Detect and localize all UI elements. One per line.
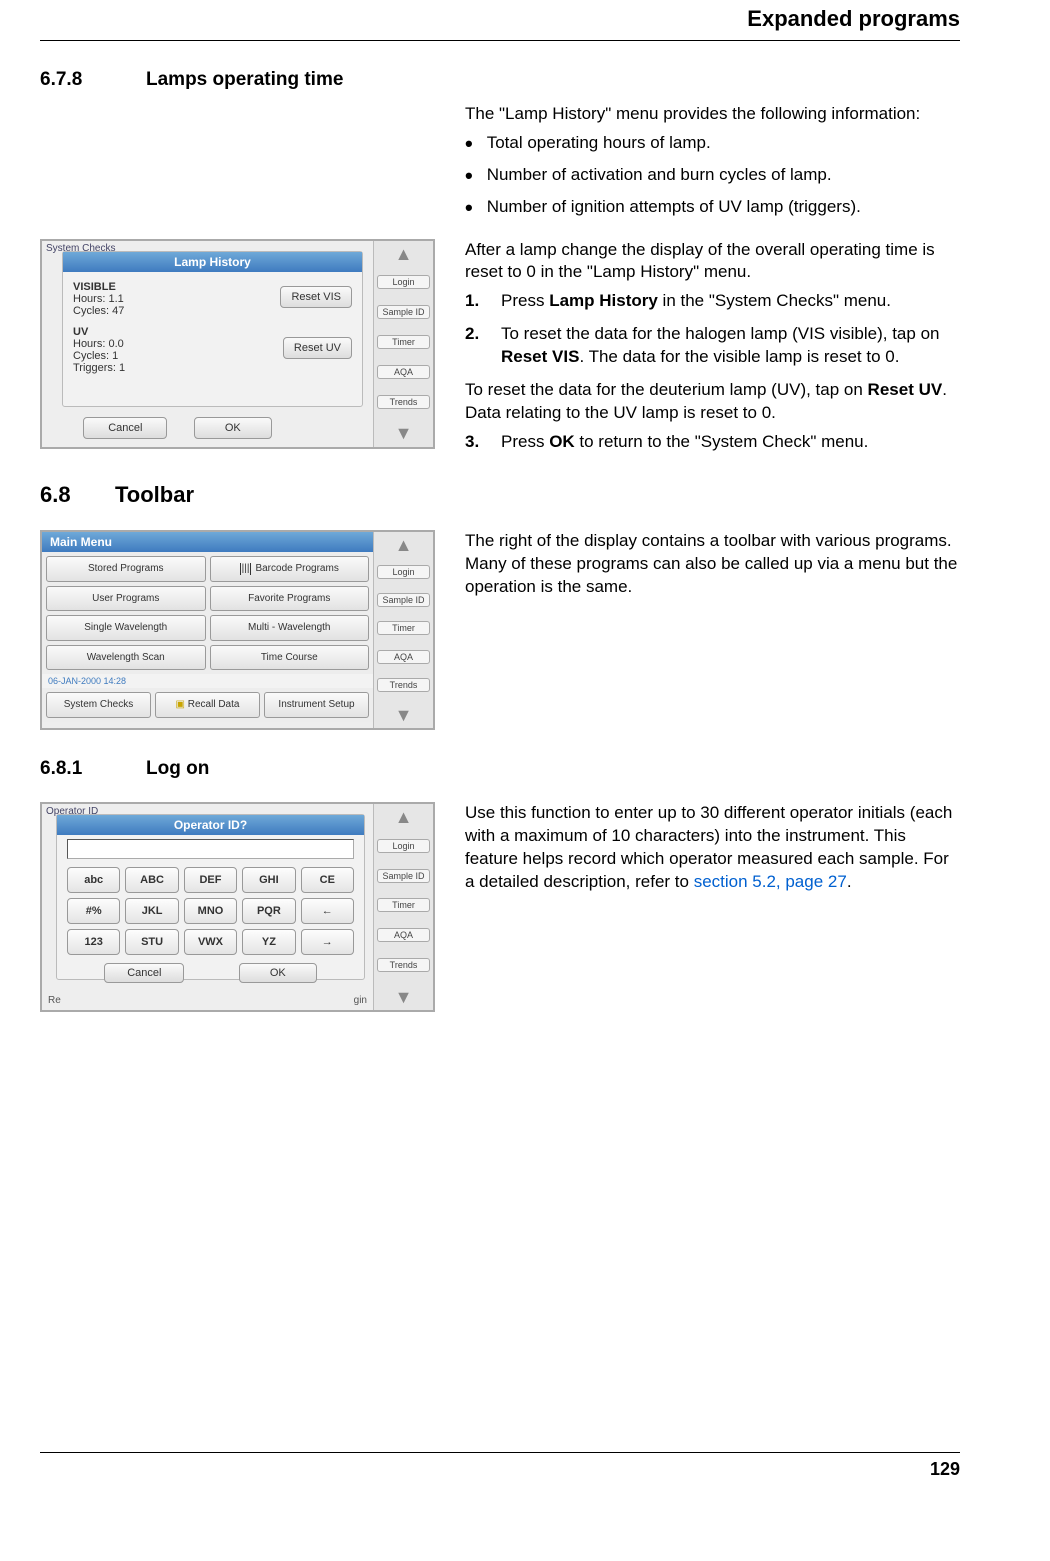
toolbar-trends[interactable]: Trends [377,958,430,972]
key-symbols[interactable]: #% [67,898,120,924]
scroll-up-icon[interactable]: ▲ [377,808,430,826]
key-PQR[interactable]: PQR [242,898,295,924]
side-toolbar: ▲ Login Sample ID Timer AQA Trends ▼ [373,532,433,728]
operator-id-input[interactable] [67,839,354,859]
header-title: Expanded programs [747,6,960,31]
toolbar-aqa[interactable]: AQA [377,365,430,379]
page-number: 129 [930,1459,960,1479]
step-3: Press OK to return to the "System Check"… [465,431,960,454]
date-time: 06-JAN-2000 14:28 [42,674,373,688]
key-JKL[interactable]: JKL [125,898,178,924]
toolbar-aqa[interactable]: AQA [377,928,430,942]
toolbar-timer[interactable]: Timer [377,898,430,912]
section-title: Toolbar [115,482,194,508]
key-VWX[interactable]: VWX [184,929,237,955]
step-2: To reset the data for the halogen lamp (… [465,323,960,369]
menu-instrument-setup[interactable]: Instrument Setup [264,692,369,718]
scroll-up-icon[interactable]: ▲ [377,536,430,554]
scroll-up-icon[interactable]: ▲ [377,245,430,263]
toolbar-timer[interactable]: Timer [377,621,430,635]
key-123[interactable]: 123 [67,929,120,955]
key-abc[interactable]: abc [67,867,120,893]
step-2-para: To reset the data for the deuterium lamp… [465,379,960,425]
intro-bullet: Number of activation and burn cycles of … [465,164,960,188]
key-forward-icon[interactable]: → [301,929,354,955]
key-YZ[interactable]: YZ [242,929,295,955]
reset-uv-button[interactable]: Reset UV [283,337,352,359]
menu-system-checks[interactable]: System Checks [46,692,151,718]
section-6-8-1: 6.8.1 Log on [40,758,960,780]
reset-vis-button[interactable]: Reset VIS [280,286,352,308]
toolbar-login[interactable]: Login [377,275,430,289]
page-header: Expanded programs [40,0,960,41]
toolbar-aqa[interactable]: AQA [377,650,430,664]
section-number: 6.7.8 [40,69,118,91]
menu-stored-programs[interactable]: Stored Programs [46,556,206,582]
folder-icon: ▣ [176,699,185,710]
key-GHI[interactable]: GHI [242,867,295,893]
logon-description: Use this function to enter up to 30 diff… [465,802,960,894]
cancel-button[interactable]: Cancel [104,963,184,983]
section-title: Log on [146,758,209,780]
toolbar-sample-id[interactable]: Sample ID [377,869,430,883]
block1-intro: After a lamp change the display of the o… [465,239,960,285]
menu-recall-data[interactable]: ▣ Recall Data [155,692,260,718]
toolbar-login[interactable]: Login [377,839,430,853]
menu-barcode-programs[interactable]: |||Barcode Programs [210,556,370,582]
side-toolbar: ▲ Login Sample ID Timer AQA Trends ▼ [373,804,433,1010]
menu-multi-wavelength[interactable]: Multi - Wavelength [210,615,370,641]
screenshot-main-menu: Main Menu Stored Programs |||Barcode Pro… [40,530,435,730]
toolbar-login[interactable]: Login [377,565,430,579]
dialog-title: Lamp History [63,252,362,272]
section-6-7-8: 6.7.8 Lamps operating time [40,69,960,91]
key-back-icon[interactable]: ← [301,898,354,924]
menu-time-course[interactable]: Time Course [210,645,370,671]
ok-button[interactable]: OK [194,417,272,439]
scroll-down-icon[interactable]: ▼ [377,988,430,1006]
intro-bullet: Total operating hours of lamp. [465,132,960,156]
intro-bullet: Number of ignition attempts of UV lamp (… [465,196,960,220]
toolbar-sample-id[interactable]: Sample ID [377,593,430,607]
toolbar-description: The right of the display contains a tool… [465,530,960,599]
main-menu-title: Main Menu [42,532,373,552]
section-number: 6.8 [40,482,95,508]
toolbar-timer[interactable]: Timer [377,335,430,349]
menu-favorite-programs[interactable]: Favorite Programs [210,586,370,612]
key-ABC[interactable]: ABC [125,867,178,893]
section-link[interactable]: section 5.2, page 27 [694,872,847,891]
dialog-title: Operator ID? [57,815,364,835]
key-DEF[interactable]: DEF [184,867,237,893]
section-6-8: 6.8 Toolbar [40,482,960,508]
menu-single-wavelength[interactable]: Single Wavelength [46,615,206,641]
toolbar-sample-id[interactable]: Sample ID [377,305,430,319]
toolbar-trends[interactable]: Trends [377,395,430,409]
intro-paragraph: The "Lamp History" menu provides the fol… [465,103,960,126]
toolbar-trends[interactable]: Trends [377,678,430,692]
menu-user-programs[interactable]: User Programs [46,586,206,612]
key-STU[interactable]: STU [125,929,178,955]
section-number: 6.8.1 [40,758,118,780]
ok-button[interactable]: OK [239,963,317,983]
screenshot-operator-id: Operator ID Operator ID? abc ABC DEF GHI… [40,802,435,1012]
section-title: Lamps operating time [146,69,343,91]
key-MNO[interactable]: MNO [184,898,237,924]
page-footer: 129 [40,1452,960,1480]
scroll-down-icon[interactable]: ▼ [377,706,430,724]
screenshot-lamp-history: System Checks Lamp History VISIBLE Hours… [40,239,435,449]
key-CE[interactable]: CE [301,867,354,893]
step-1: Press Lamp History in the "System Checks… [465,290,960,313]
scroll-down-icon[interactable]: ▼ [377,424,430,442]
cancel-button[interactable]: Cancel [83,417,167,439]
menu-wavelength-scan[interactable]: Wavelength Scan [46,645,206,671]
side-toolbar: ▲ Login Sample ID Timer AQA Trends ▼ [373,241,433,447]
